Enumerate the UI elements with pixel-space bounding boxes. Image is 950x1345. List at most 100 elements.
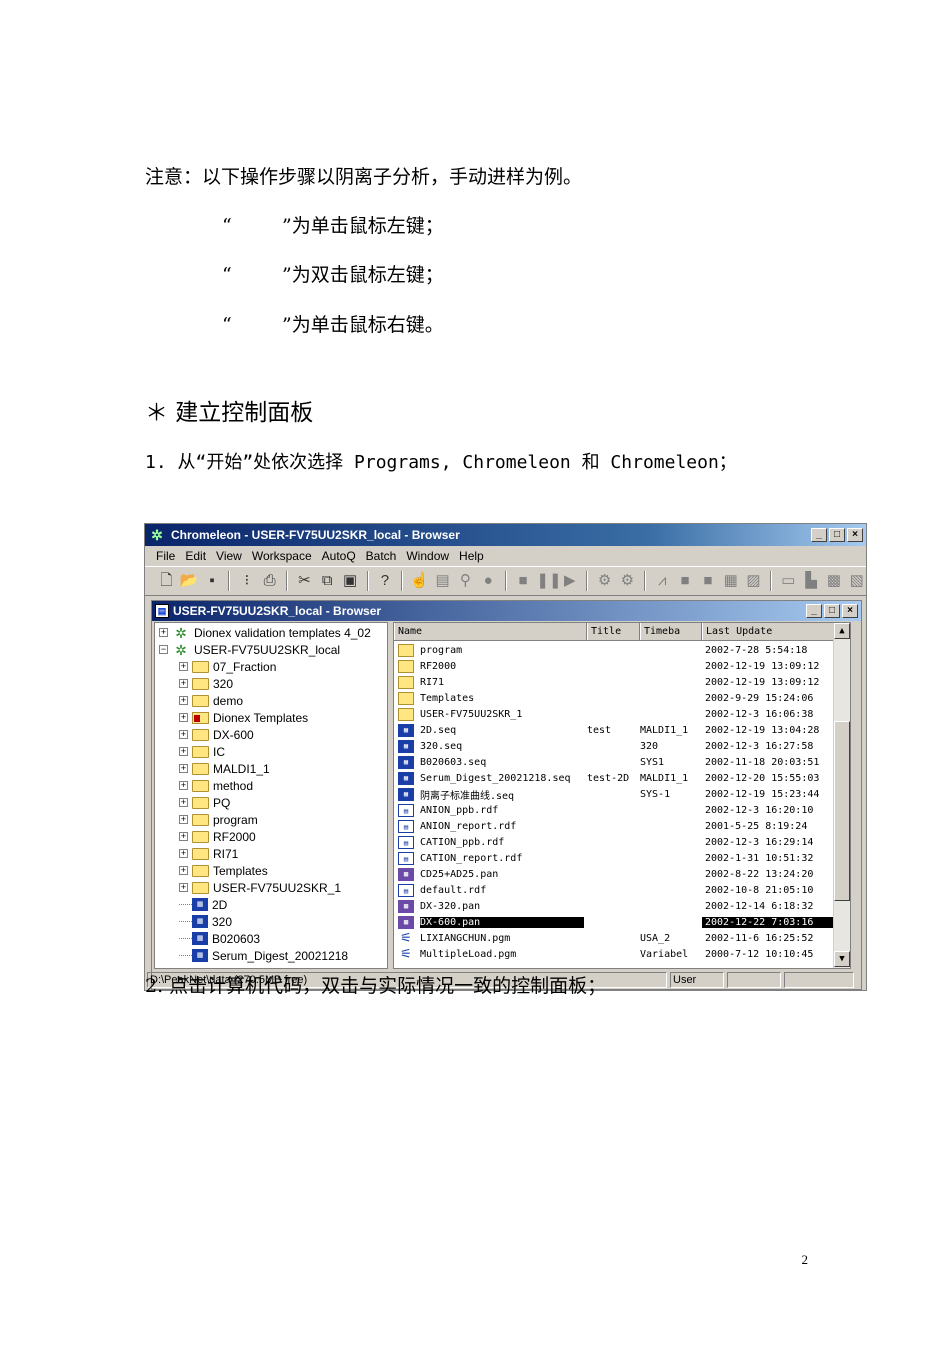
pause-icon[interactable]: ❚❚ [536,571,561,591]
expand-icon[interactable]: + [179,730,188,739]
tree-item[interactable]: + PQ [179,794,230,811]
file-row[interactable]: ▩ CD25+AD25.pan 2002-8-22 13:24:20 [394,866,834,882]
inject-icon[interactable]: ⚲ [456,571,475,591]
queue-icon[interactable]: ⚙ [618,571,637,591]
tree-item[interactable]: + Dionex Templates [179,709,308,726]
minimize-button[interactable]: _ [811,528,827,542]
tree-item[interactable]: ▦ B020603 [179,930,260,947]
tree-item[interactable]: + MALDI1_1 [179,760,270,777]
tree-item[interactable]: + DX-600 [179,726,254,743]
expand-icon[interactable]: + [179,781,188,790]
file-row[interactable]: ▩ DX-600.pan 2002-12-22 7:03:16 [394,914,834,930]
child-titlebar[interactable]: ▤ USER-FV75UU2SKR_local - Browser _ □ × [152,601,861,621]
child-maximize-button[interactable]: □ [824,604,840,618]
block-icon[interactable]: ■ [676,571,695,591]
expand-icon[interactable]: + [179,696,188,705]
block-icon[interactable]: ■ [698,571,717,591]
file-row[interactable]: ▤ CATION_report.rdf 2002-1-31 10:51:32 [394,850,834,866]
expand-icon[interactable]: + [179,866,188,875]
record-icon[interactable]: ● [479,571,498,591]
tree-item[interactable]: + program [179,811,258,828]
file-row[interactable]: ▤ CATION_ppb.rdf 2002-12-3 16:29:14 [394,834,834,850]
file-row[interactable]: ▦ Serum_Digest_20021218.seq test-2D MALDI1_… [394,770,834,786]
tree-item[interactable]: +320 [179,675,233,692]
file-row[interactable]: ▤ ANION_ppb.rdf 2002-12-3 16:20:10 [394,802,834,818]
collapse-icon[interactable]: − [159,645,168,654]
pointer-icon[interactable]: ☝ [410,571,429,591]
tree-item[interactable]: + RI71 [179,845,238,862]
print-icon[interactable]: ⎙ [260,571,279,591]
spectra-icon[interactable]: ▙ [802,571,821,591]
tree-item[interactable]: + Templates [179,862,268,879]
copy-icon[interactable]: ⧉ [318,571,337,591]
file-row[interactable]: ▤ default.rdf 2002-10-8 21:05:10 [394,882,834,898]
tree-item[interactable]: + RF2000 [179,828,256,845]
menu-autoq[interactable]: AutoQ [317,549,361,563]
report-icon[interactable]: ▧ [847,571,866,591]
window-icon[interactable]: ▭ [779,571,798,591]
menu-batch[interactable]: Batch [361,549,402,563]
expand-icon[interactable]: + [179,679,188,688]
menu-help[interactable]: Help [454,549,489,563]
menu-workspace[interactable]: Workspace [247,549,317,563]
stop-icon[interactable]: ■ [514,571,533,591]
play-icon[interactable]: ▶ [560,571,579,591]
expand-icon[interactable]: + [179,832,188,841]
tree-item[interactable]: − ✲ USER-FV75UU2SKR_local [159,641,340,658]
file-row[interactable]: ▩ DX-320.pan 2002-12-14 6:18:32 [394,898,834,914]
chromatogram-icon[interactable]: ⩘ [653,571,672,591]
tree-item[interactable]: +07_Fraction [179,658,276,675]
scroll-down-icon[interactable]: ▼ [834,951,850,967]
column-title[interactable]: Title [587,623,640,640]
tree-item[interactable]: + ✲ Dionex validation templates 4_02 [159,624,371,641]
scroll-thumb[interactable] [834,721,850,901]
file-row[interactable]: ⚟ MultipleLoad.pgm Variabel 2000-7-12 10:10… [394,946,834,962]
child-minimize-button[interactable]: _ [806,604,822,618]
file-row[interactable]: ▦ 320.seq 320 2002-12-3 16:27:58 [394,738,834,754]
file-row[interactable]: ▦ 2D.seq test MALDI1_1 2002-12-19 13:04:28 [394,722,834,738]
tree-item[interactable]: ▦ 2D [179,896,227,913]
tree-item[interactable]: + method [179,777,253,794]
expand-icon[interactable]: + [159,628,168,637]
grid-icon[interactable]: ▩ [825,571,844,591]
file-row[interactable]: RI71 2002-12-19 13:09:12 [394,674,834,690]
menu-window[interactable]: Window [401,549,454,563]
tree-item[interactable]: ▦ 320 [179,913,232,930]
maximize-button[interactable]: □ [829,528,845,542]
menu-edit[interactable]: Edit [180,549,211,563]
paste-icon[interactable]: ▣ [341,571,360,591]
image-icon[interactable]: ▨ [744,571,763,591]
open-icon[interactable]: 📂 [180,571,199,591]
column-name[interactable]: Name [394,623,587,640]
close-button[interactable]: × [847,528,863,542]
file-row[interactable]: ▦ B020603.seq SYS1 2002-11-18 20:03:51 [394,754,834,770]
list-scrollbar[interactable]: ▲ ▼ [833,623,850,968]
file-row[interactable]: program 2002-7-28 5:54:18 [394,642,834,658]
window-titlebar[interactable]: ✲ Chromeleon - USER-FV75UU2SKR_local - B… [145,524,866,546]
file-row[interactable]: USER-FV75UU2SKR_1 2002-12-3 16:06:38 [394,706,834,722]
column-last-update[interactable]: Last Update [702,623,834,640]
scroll-up-icon[interactable]: ▲ [834,623,850,639]
menu-view[interactable]: View [211,549,247,563]
expand-icon[interactable]: + [179,798,188,807]
tree-item[interactable]: + demo [179,692,243,709]
file-row[interactable]: ▤ ANION_report.rdf 2001-5-25 8:19:24 [394,818,834,834]
expand-icon[interactable]: + [179,849,188,858]
file-row[interactable]: ▦ 阴离子标准曲线.seq SYS-1 2002-12-19 15:23:44 [394,786,834,802]
column-timebase[interactable]: Timeba [640,623,702,640]
child-close-button[interactable]: × [842,604,858,618]
new-icon[interactable]: 🗋 [157,571,176,591]
help-icon[interactable]: ? [376,571,395,591]
expand-icon[interactable]: + [179,764,188,773]
menu-file[interactable]: File [151,549,180,563]
file-row[interactable]: RF2000 2002-12-19 13:09:12 [394,658,834,674]
tree-item[interactable]: + IC [179,743,225,760]
properties-icon[interactable]: ⁝ [237,571,256,591]
table-icon[interactable]: ▦ [721,571,740,591]
panel-icon[interactable]: ▤ [433,571,452,591]
file-row[interactable]: ⚟ LIXIANGCHUN.pgm USA_2 2002-11-6 16:25:52 [394,930,834,946]
tree-item[interactable]: + USER-FV75UU2SKR_1 [179,879,341,896]
expand-icon[interactable]: + [179,662,188,671]
cut-icon[interactable]: ✂ [295,571,314,591]
expand-icon[interactable]: + [179,883,188,892]
